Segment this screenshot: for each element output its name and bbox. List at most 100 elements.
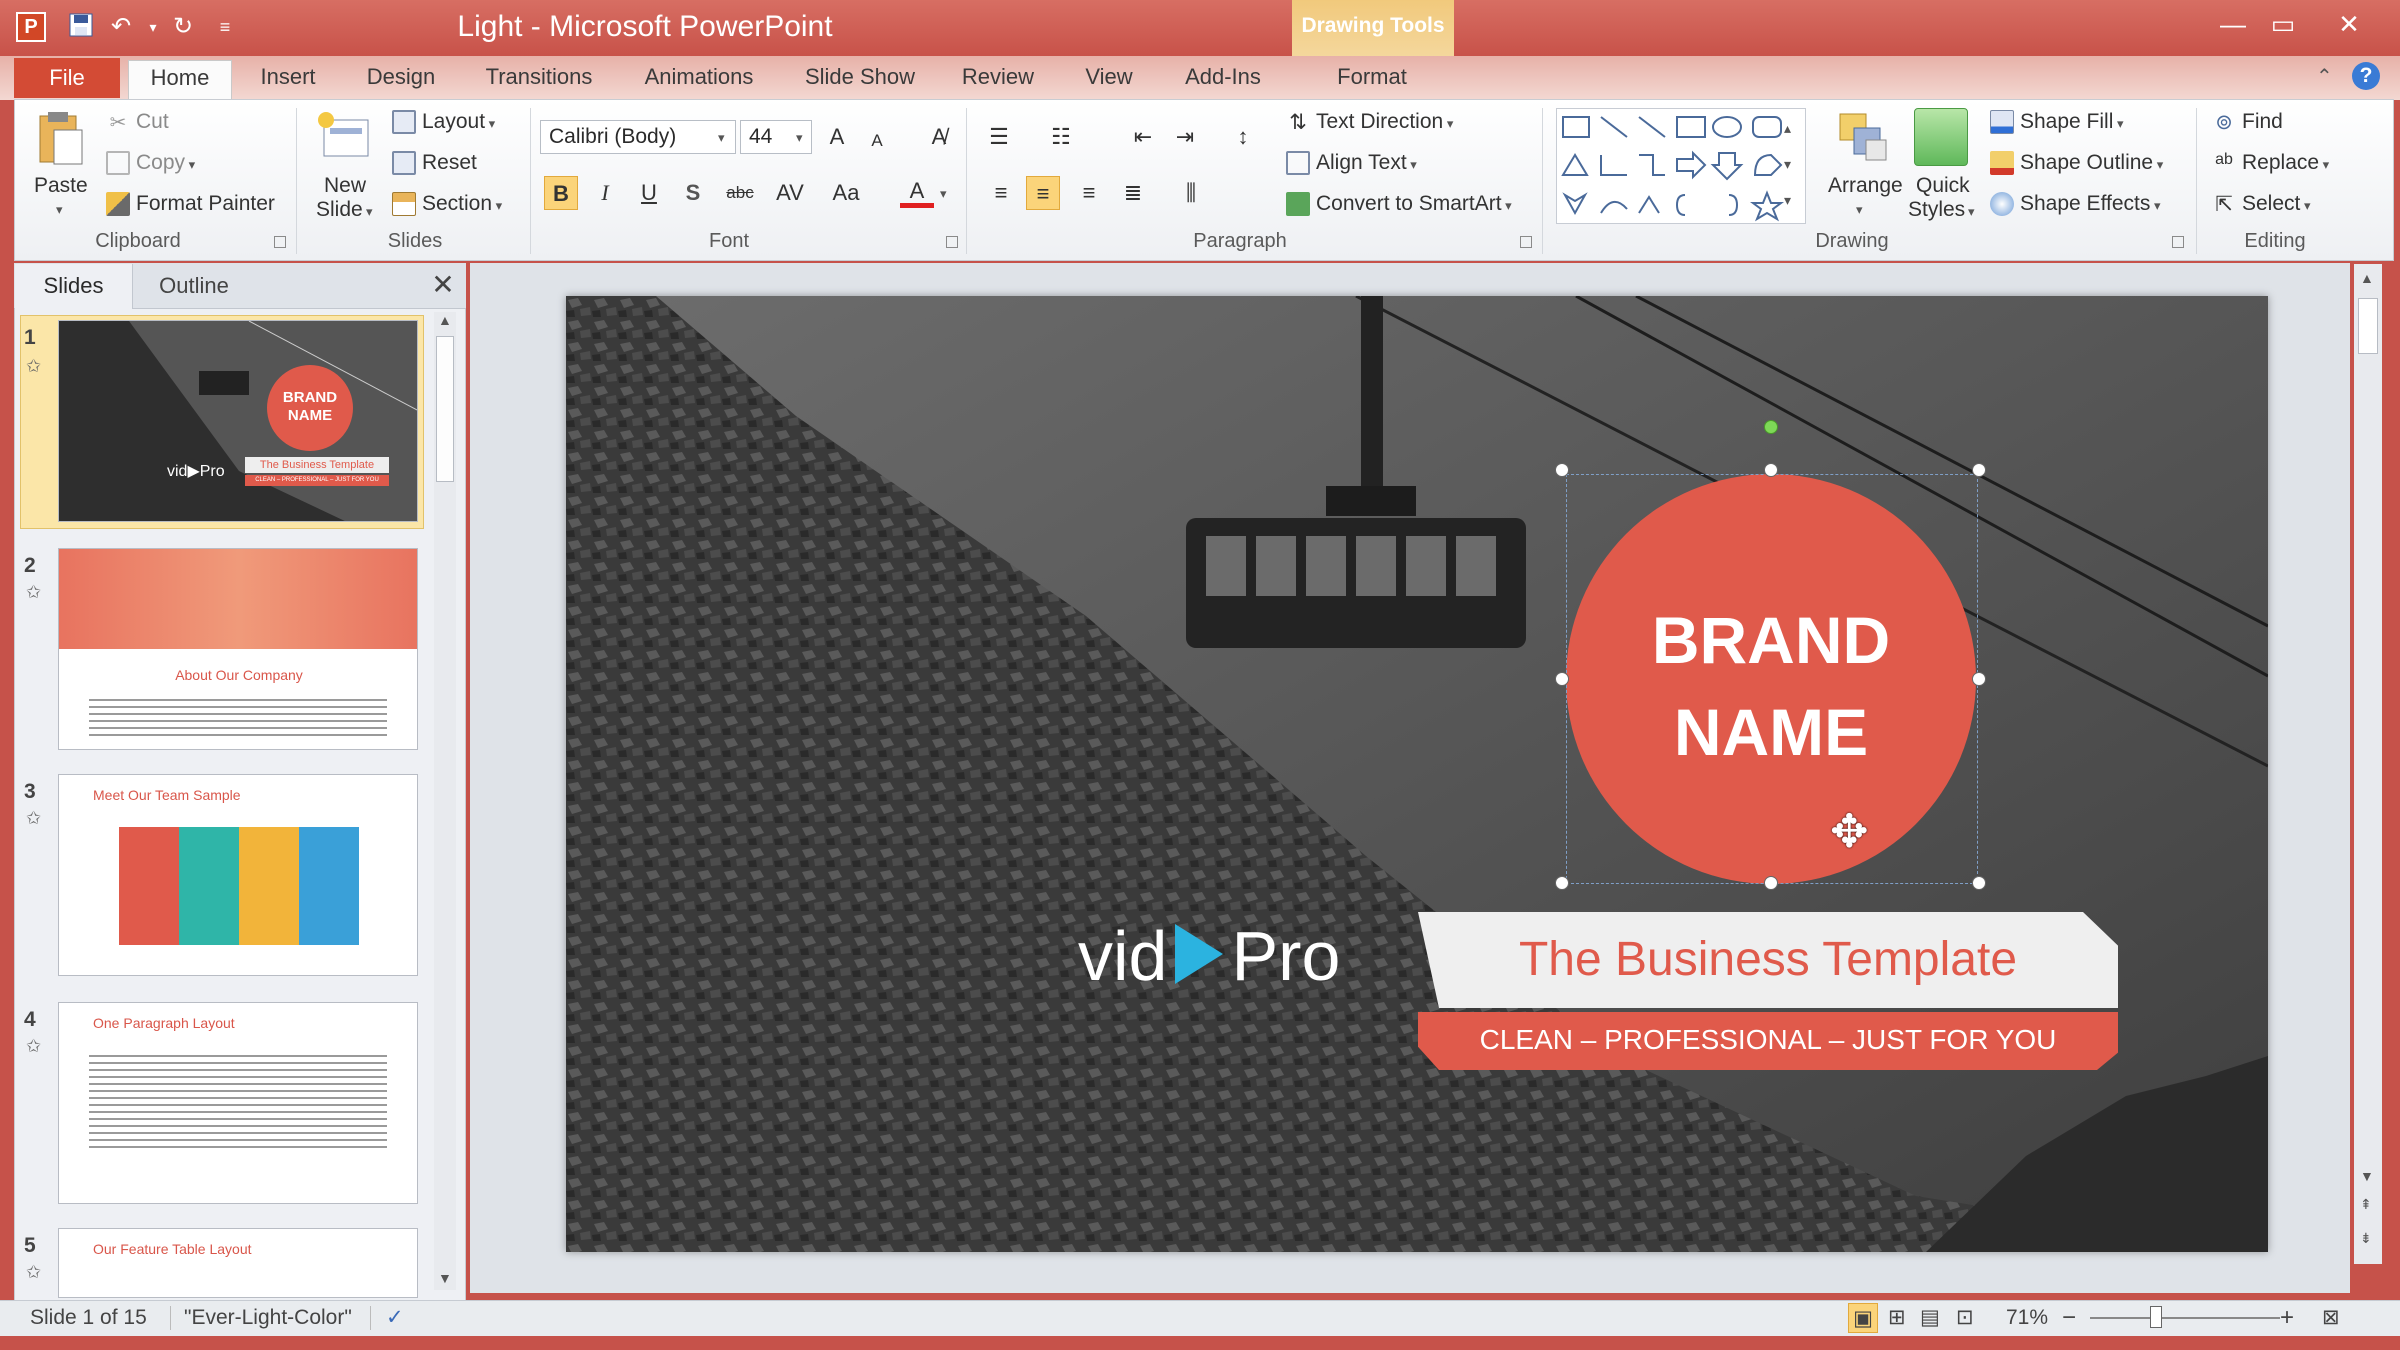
change-case-button[interactable]: Aa <box>824 176 868 210</box>
tab-home[interactable]: Home <box>128 60 232 100</box>
justify-icon[interactable]: ≣ <box>1116 176 1150 210</box>
shape-outline-button[interactable]: Shape Outline ▾ <box>1990 151 2163 176</box>
cut-button[interactable]: ✂ Cut <box>106 110 169 134</box>
resize-handle[interactable] <box>1555 672 1569 686</box>
shape-effects-button[interactable]: Shape Effects ▾ <box>1990 192 2161 217</box>
next-slide-icon[interactable]: ⇟ <box>2360 1230 2372 1247</box>
slide-1[interactable]: BRAND NAME ✥ vid Pro The Business Templat… <box>566 296 2268 1252</box>
close-pane-button[interactable]: ✕ <box>428 268 458 304</box>
thumbnail-scrollbar-thumb[interactable] <box>436 336 454 482</box>
tab-add-ins[interactable]: Add-Ins <box>1172 60 1274 100</box>
quick-styles-icon[interactable] <box>1914 108 1968 166</box>
increase-indent-icon[interactable]: ⇥ <box>1168 120 1202 154</box>
quick-styles-dropdown-icon[interactable]: ▾ <box>1968 204 1975 220</box>
new-slide-label-1[interactable]: New <box>324 174 366 198</box>
new-slide-label-2[interactable]: Slide <box>316 198 363 222</box>
grow-font-button[interactable]: A <box>820 120 854 154</box>
italic-button[interactable]: I <box>588 176 622 210</box>
tab-view[interactable]: View <box>1070 60 1148 100</box>
paste-dropdown-icon[interactable]: ▾ <box>56 202 63 218</box>
clear-formatting-icon[interactable]: A̸ <box>922 120 956 154</box>
drawing-launcher-icon[interactable] <box>2172 236 2184 248</box>
resize-handle[interactable] <box>1555 876 1569 890</box>
slide-thumbnail-1[interactable]: BRAND NAME vid▶Pro The Business Template… <box>58 320 418 522</box>
align-center-icon[interactable]: ≡ <box>1026 176 1060 210</box>
resize-handle[interactable] <box>1764 463 1778 477</box>
scroll-down-icon[interactable]: ▼ <box>438 1270 452 1286</box>
strikethrough-button[interactable]: abc <box>718 176 762 210</box>
slide-thumbnail-5[interactable]: Our Feature Table Layout <box>58 1228 418 1298</box>
character-spacing-button[interactable]: AV <box>768 176 812 210</box>
align-left-icon[interactable]: ≡ <box>984 176 1018 210</box>
reading-view-icon[interactable]: ▤ <box>1920 1303 1940 1333</box>
slide-sorter-icon[interactable]: ⊞ <box>1888 1303 1906 1333</box>
resize-handle[interactable] <box>1972 672 1986 686</box>
align-text-button[interactable]: Align Text ▾ <box>1286 151 1417 176</box>
zoom-slider-track[interactable] <box>2090 1317 2280 1319</box>
text-direction-button[interactable]: ⇅ Text Direction ▾ <box>1286 110 1453 134</box>
shrink-font-button[interactable]: A <box>860 124 894 158</box>
previous-slide-icon[interactable]: ⇞ <box>2360 1196 2372 1213</box>
format-painter-button[interactable]: Format Painter <box>106 192 275 217</box>
maximize-button[interactable]: ▭ <box>2256 4 2310 44</box>
resize-handle[interactable] <box>1972 463 1986 477</box>
tab-review[interactable]: Review <box>954 60 1042 100</box>
editor-scrollbar[interactable] <box>2354 264 2382 1264</box>
tab-transitions[interactable]: Transitions <box>470 60 608 100</box>
theme-name[interactable]: "Ever-Light-Color" <box>184 1303 352 1333</box>
resize-handle[interactable] <box>1764 876 1778 890</box>
copy-button[interactable]: Copy ▾ <box>106 151 195 176</box>
font-color-button[interactable]: A <box>900 174 934 208</box>
new-slide-icon[interactable] <box>316 110 372 166</box>
fit-slide-icon[interactable]: ⊠ <box>2322 1303 2340 1333</box>
minimize-button[interactable]: — <box>2206 4 2260 44</box>
zoom-in-button[interactable]: + <box>2280 1303 2294 1333</box>
slide-thumbnail-3[interactable]: Meet Our Team Sample <box>58 774 418 976</box>
align-right-icon[interactable]: ≡ <box>1072 176 1106 210</box>
paste-icon[interactable] <box>36 110 86 168</box>
paste-button[interactable]: Paste <box>34 174 88 198</box>
reset-button[interactable]: Reset <box>392 151 477 176</box>
shapes-gallery[interactable] <box>1556 108 1806 224</box>
font-launcher-icon[interactable] <box>946 236 958 248</box>
quick-styles-label-2[interactable]: Styles <box>1908 198 1965 222</box>
spelling-check-icon[interactable]: ✓ <box>386 1303 404 1333</box>
bold-button[interactable]: B <box>544 176 578 210</box>
tab-slide-show[interactable]: Slide Show <box>790 60 930 100</box>
close-button[interactable]: ✕ <box>2322 4 2376 44</box>
decrease-indent-icon[interactable]: ⇤ <box>1126 120 1160 154</box>
numbering-icon[interactable]: ☷ <box>1044 120 1078 154</box>
slide-thumbnail-4[interactable]: One Paragraph Layout <box>58 1002 418 1204</box>
resize-handle[interactable] <box>1555 463 1569 477</box>
quick-styles-label-1[interactable]: Quick <box>1916 174 1970 198</box>
zoom-level[interactable]: 71% <box>2006 1303 2048 1333</box>
scroll-up-icon[interactable]: ▲ <box>2360 270 2374 286</box>
font-size-dropdown-icon[interactable]: ▾ <box>796 130 803 146</box>
font-name-dropdown-icon[interactable]: ▾ <box>718 130 725 146</box>
tab-design[interactable]: Design <box>352 60 450 100</box>
replace-button[interactable]: ab Replace ▾ <box>2212 151 2329 175</box>
resize-handle[interactable] <box>1972 876 1986 890</box>
font-name-combo[interactable]: Calibri (Body) <box>540 120 736 154</box>
editor-scrollbar-thumb[interactable] <box>2358 298 2378 354</box>
new-slide-dropdown-icon[interactable]: ▾ <box>366 204 373 220</box>
help-icon[interactable]: ? <box>2352 62 2380 90</box>
section-button[interactable]: Section ▾ <box>392 192 502 217</box>
select-button[interactable]: ⇱ Select ▾ <box>2212 192 2310 216</box>
shadow-button[interactable]: S <box>676 176 710 210</box>
find-button[interactable]: ⊚ Find <box>2212 110 2283 134</box>
slide-thumbnail-2[interactable]: About Our Company <box>58 548 418 750</box>
normal-view-icon[interactable]: ▣ <box>1848 1303 1878 1333</box>
tab-outline[interactable]: Outline <box>134 264 254 309</box>
slideshow-view-icon[interactable]: ⊡ <box>1956 1303 1974 1333</box>
arrange-dropdown-icon[interactable]: ▾ <box>1856 202 1863 218</box>
tab-format[interactable]: Format <box>1320 60 1424 100</box>
tab-insert[interactable]: Insert <box>246 60 330 100</box>
shape-fill-button[interactable]: Shape Fill ▾ <box>1990 110 2124 135</box>
zoom-slider-thumb[interactable] <box>2150 1306 2162 1328</box>
minimize-ribbon-icon[interactable]: ⌃ <box>2316 64 2333 89</box>
scroll-down-icon[interactable]: ▼ <box>2360 1168 2374 1184</box>
scroll-up-icon[interactable]: ▲ <box>438 312 452 328</box>
gallery-scroll-icon[interactable]: ▴ ▾ ▾ <box>1784 110 1791 218</box>
columns-icon[interactable]: ⫼ <box>1174 176 1208 210</box>
